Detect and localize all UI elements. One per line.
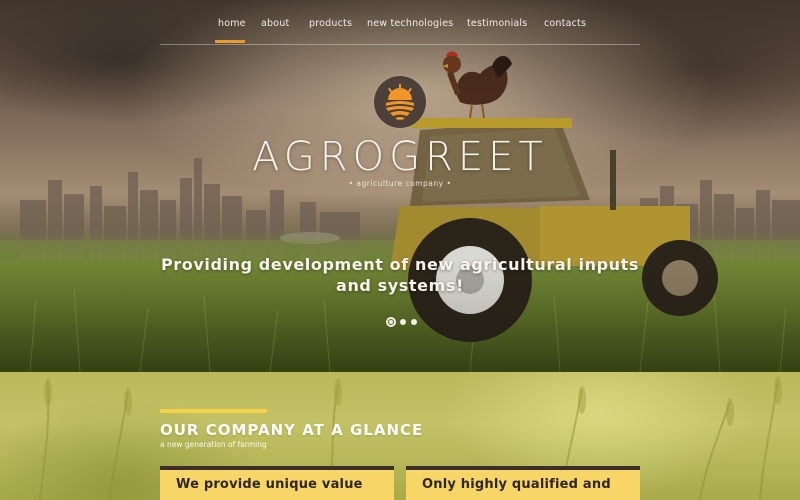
nav-item-testimonials[interactable]: testimonials	[467, 18, 527, 29]
logo[interactable]	[374, 76, 426, 128]
nav-divider	[160, 44, 640, 45]
hero-tagline-line-1: Providing development of new agricultura…	[160, 255, 640, 274]
nav-item-home[interactable]: home	[218, 18, 246, 29]
nav-item-products[interactable]: products	[309, 18, 352, 29]
section-title: OUR COMPANY AT A GLANCE	[160, 421, 424, 439]
feature-card-text: We provide unique value	[176, 477, 363, 492]
page: home about products new technologies tes…	[0, 0, 800, 500]
company-section: OUR COMPANY AT A GLANCE a new generation…	[0, 372, 800, 500]
section-subtitle: a new generation of farming	[160, 440, 267, 449]
hero-slider: home about products new technologies tes…	[0, 0, 800, 372]
feature-card-1: We provide unique value	[160, 466, 394, 500]
feature-card-text: Only highly qualified and	[422, 477, 611, 492]
feature-card-2: Only highly qualified and	[406, 466, 640, 500]
hero-tagline-line-2: and systems!	[336, 276, 464, 295]
nav-item-contacts[interactable]: contacts	[544, 18, 586, 29]
nav-item-about[interactable]: about	[261, 18, 289, 29]
slider-dot-1[interactable]	[386, 317, 396, 327]
section-title-accent	[160, 409, 267, 413]
hero-tagline: Providing development of new agricultura…	[150, 254, 650, 296]
main-nav: home about products new technologies tes…	[160, 0, 640, 45]
nav-active-indicator	[215, 40, 245, 43]
nav-item-new-technologies[interactable]: new technologies	[367, 18, 453, 29]
sun-over-field-icon	[386, 84, 414, 120]
slider-pagination	[386, 317, 422, 327]
brand-title: AGROGREET	[252, 134, 548, 180]
slider-dot-2[interactable]	[400, 319, 406, 325]
slider-dot-3[interactable]	[411, 319, 417, 325]
brand-subtitle: • agriculture company •	[348, 179, 452, 188]
